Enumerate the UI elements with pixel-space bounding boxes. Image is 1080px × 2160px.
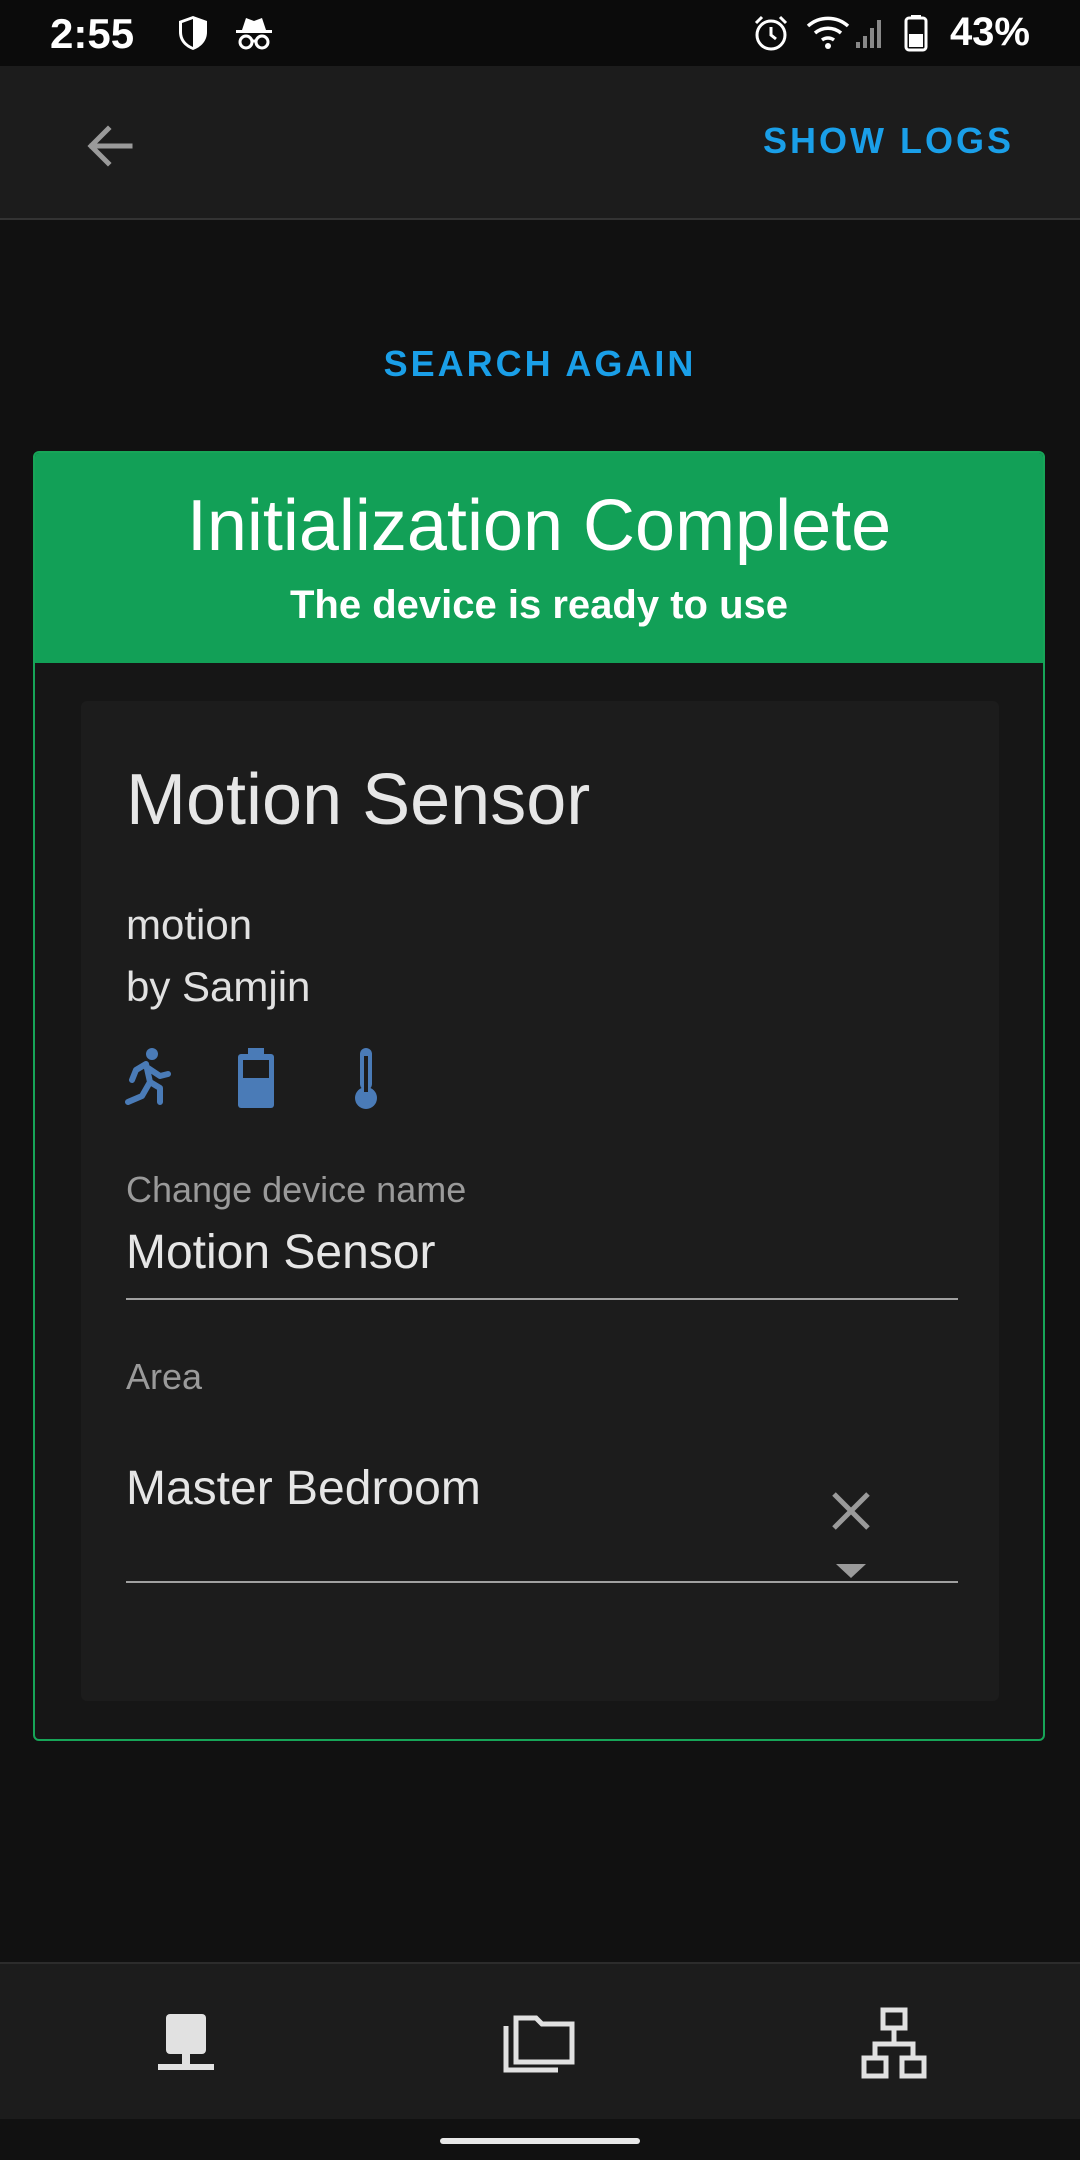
area-select[interactable]: Master Bedroom xyxy=(126,1461,481,1516)
shield-icon xyxy=(179,16,207,50)
motion-run-icon xyxy=(125,1048,171,1105)
bottom-navigation xyxy=(0,1962,1080,2119)
status-time: 2:55 xyxy=(50,10,135,57)
success-banner: Initialization Complete The device is re… xyxy=(35,453,1043,663)
arrow-left-icon[interactable] xyxy=(80,116,140,176)
show-logs-button[interactable]: SHOW LOGS xyxy=(763,120,1014,162)
top-app-bar: SHOW LOGS xyxy=(0,66,1080,220)
area-underline xyxy=(126,1581,958,1583)
alarm-icon xyxy=(754,15,788,51)
folders-icon[interactable] xyxy=(500,2004,580,2084)
incognito-icon xyxy=(236,18,272,50)
device-title: Motion Sensor xyxy=(126,760,591,840)
search-again-button[interactable]: SEARCH AGAIN xyxy=(0,343,1080,385)
network-icon[interactable] xyxy=(854,2004,934,2084)
thermometer-icon xyxy=(355,1048,377,1109)
signal-icon xyxy=(856,20,881,48)
device-info-panel: Motion Sensor motion by Samjin Change de… xyxy=(81,701,999,1701)
devices-icon[interactable] xyxy=(146,2004,226,2084)
device-name-input[interactable]: Motion Sensor xyxy=(126,1225,436,1280)
device-result-card: Initialization Complete The device is re… xyxy=(33,451,1045,1741)
banner-subtitle: The device is ready to use xyxy=(290,583,788,627)
close-icon[interactable] xyxy=(826,1486,876,1536)
device-model: motion xyxy=(126,901,253,948)
battery-icon xyxy=(904,15,928,52)
area-label: Area xyxy=(126,1356,203,1397)
banner-title: Initialization Complete xyxy=(186,486,892,566)
device-manufacturer: by Samjin xyxy=(126,963,311,1010)
gesture-bar xyxy=(440,2138,640,2144)
device-name-label: Change device name xyxy=(126,1169,467,1210)
wifi-icon xyxy=(806,16,850,49)
battery-icon xyxy=(238,1048,274,1108)
battery-percent: 43% xyxy=(949,10,1030,54)
status-bar: 2:55 43% xyxy=(0,0,1080,66)
device-name-underline xyxy=(126,1298,958,1300)
